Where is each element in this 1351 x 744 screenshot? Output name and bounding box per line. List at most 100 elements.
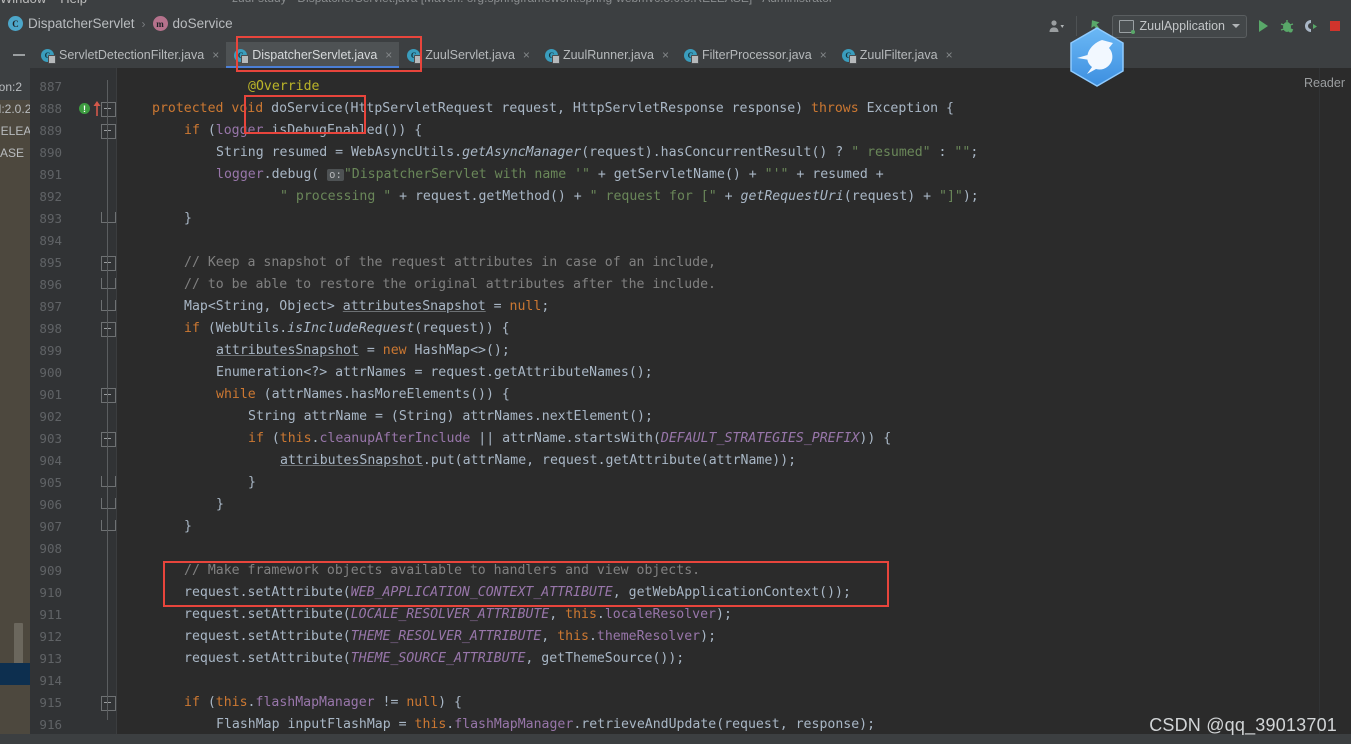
close-icon[interactable]: × xyxy=(946,49,953,61)
code-line[interactable]: protected void doService(HttpServletRequ… xyxy=(152,98,954,120)
close-icon[interactable]: × xyxy=(385,49,392,61)
fold-column[interactable] xyxy=(100,68,116,744)
debug-icon[interactable] xyxy=(1276,15,1298,37)
code-line[interactable]: request.setAttribute(LOCALE_RESOLVER_ATT… xyxy=(184,604,732,626)
close-icon[interactable]: × xyxy=(212,49,219,61)
fold-end-icon[interactable] xyxy=(101,300,116,311)
override-method-gutter-icon[interactable] xyxy=(93,101,101,116)
run-icon[interactable] xyxy=(1252,15,1274,37)
java-class-icon: C xyxy=(41,48,56,64)
stop-icon[interactable] xyxy=(1324,15,1346,37)
fold-collapse-icon[interactable] xyxy=(101,432,116,447)
line-number: 890 xyxy=(39,145,62,160)
fold-end-icon[interactable] xyxy=(101,476,116,487)
fold-end-icon[interactable] xyxy=(101,498,116,509)
editor-tab[interactable]: C DispatcherServlet.java × xyxy=(226,42,400,68)
close-icon[interactable]: × xyxy=(523,49,530,61)
close-icon[interactable]: × xyxy=(662,49,669,61)
user-icon[interactable] xyxy=(1046,15,1068,37)
fold-collapse-icon[interactable] xyxy=(101,322,116,337)
left-panel-selected-row[interactable] xyxy=(0,663,30,685)
code-line[interactable]: if (logger.isDebugEnabled()) { xyxy=(184,120,422,142)
close-icon[interactable]: × xyxy=(820,49,827,61)
editor-gutter[interactable]: 887 888! 889 890 891 892 893 894 895 896 897 898 899… xyxy=(30,68,116,744)
run-configuration-selector[interactable]: ZuulApplication xyxy=(1111,14,1247,38)
fold-collapse-icon[interactable] xyxy=(101,256,116,271)
fold-collapse-icon[interactable] xyxy=(101,124,116,139)
code-line[interactable]: if (this.flashMapManager != null) { xyxy=(184,692,462,714)
code-line[interactable]: Map<String, Object> attributesSnapshot =… xyxy=(184,296,549,318)
fold-end-icon[interactable] xyxy=(101,520,116,531)
breadcrumb-method[interactable]: doService xyxy=(173,16,233,31)
editor-tabs: C ServletDetectionFilter.java × C Dispatcher… xyxy=(33,42,960,68)
editor-tab-bar: C ServletDetectionFilter.java × C Dispatcher… xyxy=(0,42,1351,69)
code-line[interactable]: // to be able to restore the original at… xyxy=(184,274,716,296)
code-line[interactable]: String resumed = WebAsyncUtils.getAsyncM… xyxy=(216,142,978,164)
line-number: 891 xyxy=(39,167,62,182)
line-number: 905 xyxy=(39,475,62,490)
line-number: 903 xyxy=(39,431,62,446)
code-line[interactable]: " processing " + request.getMethod() + "… xyxy=(280,186,979,208)
line-number: 907 xyxy=(39,519,62,534)
chevron-down-icon xyxy=(1232,24,1240,28)
menu-bar[interactable]: Window Help xyxy=(0,0,101,6)
code-line[interactable]: } xyxy=(216,494,224,516)
window-title-bar: Window Help zuul-study - DispatcherServle… xyxy=(0,0,1351,10)
line-number: 913 xyxy=(39,651,62,666)
fold-end-icon[interactable] xyxy=(101,212,116,223)
hide-tabs-button[interactable] xyxy=(8,42,30,68)
line-number: 888 xyxy=(39,101,62,116)
fold-collapse-icon[interactable] xyxy=(101,388,116,403)
run-method-gutter-icon[interactable]: ! xyxy=(79,103,90,114)
left-tool-panel[interactable]: bon:2ul:2.0.2RELEAEASEE xyxy=(0,68,30,744)
editor-tab[interactable]: C FilterProcessor.java × xyxy=(675,42,834,68)
editor-tab[interactable]: C ZuulFilter.java × xyxy=(833,42,960,68)
code-line[interactable]: Enumeration<?> attrNames = request.getAt… xyxy=(216,362,653,384)
code-line[interactable]: @Override xyxy=(248,76,319,98)
code-content[interactable]: @Override protected void doService(HttpSe… xyxy=(116,68,1320,744)
code-line[interactable]: if (WebUtils.isIncludeRequest(request)) … xyxy=(184,318,510,340)
code-line[interactable]: attributesSnapshot = new HashMap<>(); xyxy=(216,340,510,362)
editor-right-strip[interactable]: Reader xyxy=(1304,68,1351,744)
code-line[interactable]: request.setAttribute(THEME_SOURCE_ATTRIB… xyxy=(184,648,684,670)
code-line[interactable]: request.setAttribute(WEB_APPLICATION_CON… xyxy=(184,582,851,604)
line-number: 906 xyxy=(39,497,62,512)
editor-tab[interactable]: C ServletDetectionFilter.java × xyxy=(33,42,227,68)
code-line[interactable]: String attrName = (String) attrNames.nex… xyxy=(248,406,653,428)
code-line[interactable]: } xyxy=(184,516,192,538)
fold-collapse-icon[interactable] xyxy=(101,102,116,117)
left-panel-item[interactable]: ul:2.0.2 xyxy=(0,102,30,116)
method-icon: m xyxy=(152,16,168,31)
code-line[interactable]: attributesSnapshot.put(attrName, request… xyxy=(280,450,796,472)
run-coverage-icon[interactable] xyxy=(1300,15,1322,37)
code-line[interactable]: FlashMap inputFlashMap = this.flashMapMa… xyxy=(216,714,875,736)
code-line[interactable]: // Keep a snapshot of the request attrib… xyxy=(184,252,716,274)
code-line[interactable]: while (attrNames.hasMoreElements()) { xyxy=(216,384,510,406)
editor-tab-label: ZuulFilter.java xyxy=(859,48,938,62)
left-panel-item[interactable]: EASE xyxy=(0,146,24,160)
breadcrumb-class[interactable]: DispatcherServlet xyxy=(28,16,135,31)
code-line[interactable]: if (this.cleanupAfterInclude || attrName… xyxy=(248,428,891,450)
editor-tab[interactable]: C ZuulRunner.java × xyxy=(536,42,676,68)
code-line[interactable]: logger.debug( o: "DispatcherServlet with … xyxy=(216,164,884,186)
breadcrumb[interactable]: C DispatcherServlet › m doService xyxy=(8,16,233,31)
code-line[interactable]: // Make framework objects available to h… xyxy=(184,560,700,582)
left-panel-item[interactable]: RELEA xyxy=(0,124,30,138)
fold-end-icon[interactable] xyxy=(101,278,116,289)
code-line[interactable]: } xyxy=(184,208,192,230)
fold-guide-line xyxy=(107,80,108,720)
code-line[interactable]: request.setAttribute(THEME_RESOLVER_ATTR… xyxy=(184,626,716,648)
code-editor[interactable]: 887 888! 889 890 891 892 893 894 895 896 897 898 899… xyxy=(30,68,1351,744)
line-number: 895 xyxy=(39,255,62,270)
left-panel-item[interactable]: bon:2 xyxy=(0,80,22,94)
menu-item-window[interactable]: Window xyxy=(0,0,46,6)
line-number: 901 xyxy=(39,387,62,402)
fold-collapse-icon[interactable] xyxy=(101,696,116,711)
editor-tab-label: ZuulRunner.java xyxy=(562,48,654,62)
line-number: 904 xyxy=(39,453,62,468)
editor-tab-label: ZuulServlet.java xyxy=(425,48,515,62)
editor-tab[interactable]: C ZuulServlet.java × xyxy=(399,42,537,68)
menu-item-help[interactable]: Help xyxy=(60,0,87,6)
line-number: 909 xyxy=(39,563,62,578)
code-line[interactable]: } xyxy=(248,472,256,494)
